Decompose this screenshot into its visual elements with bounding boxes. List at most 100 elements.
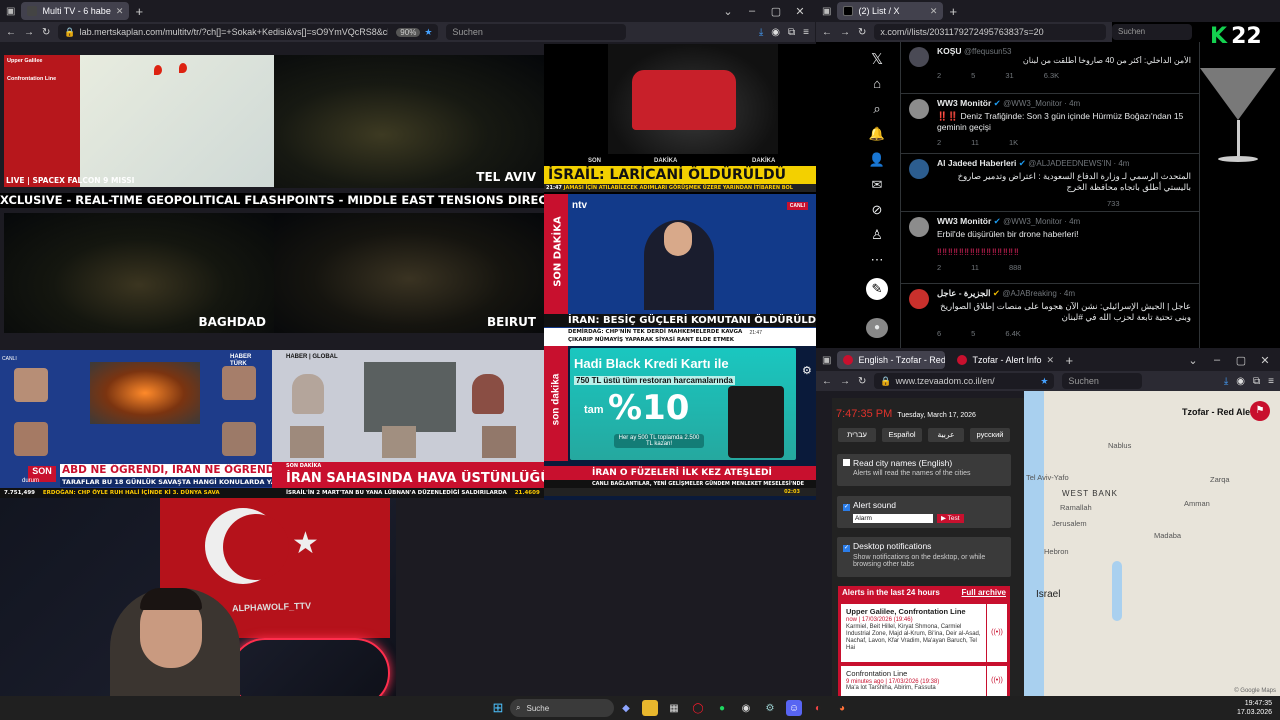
- reload-icon[interactable]: ↻: [858, 376, 866, 387]
- menu-icon[interactable]: ≡: [1268, 376, 1274, 387]
- home-icon[interactable]: ⌂: [866, 76, 888, 91]
- tile-ad[interactable]: son dakika Hadi Black Kredi Kartı ile 75…: [544, 346, 816, 500]
- forward-icon[interactable]: →: [24, 27, 34, 38]
- url-bar[interactable]: 🔒 lab.mertskaplan.com/multitv/tr/?ch[]=+…: [58, 24, 439, 40]
- download-icon[interactable]: ⤓: [1224, 376, 1228, 387]
- lang-spanish-button[interactable]: Español: [882, 428, 922, 442]
- desktop-notifications-checkbox[interactable]: ✓: [843, 545, 850, 552]
- minimize-icon[interactable]: –: [743, 5, 761, 17]
- alert-sound-icon[interactable]: ((•)): [987, 604, 1007, 662]
- search-input[interactable]: Suchen: [446, 24, 627, 40]
- calendar-icon[interactable]: ▦: [666, 700, 682, 716]
- alert-sound-icon[interactable]: ((•)): [987, 666, 1007, 696]
- download-icon[interactable]: ⤓: [759, 27, 763, 38]
- close-icon[interactable]: ✕: [1046, 355, 1054, 366]
- reply-count[interactable]: 2: [937, 71, 941, 80]
- chevron-down-icon[interactable]: ⌄: [1184, 354, 1202, 367]
- extensions-icon[interactable]: ⧉: [788, 27, 795, 38]
- tz-search-input[interactable]: Suchen: [1062, 373, 1143, 389]
- chrome-icon[interactable]: ◐: [810, 700, 826, 716]
- forward-icon[interactable]: →: [840, 27, 850, 38]
- opera-icon[interactable]: ◯: [690, 700, 706, 716]
- alert-card[interactable]: Confrontation Line 9 minutes ago | 17/03…: [841, 666, 986, 696]
- tile-beirut[interactable]: BEIRUT: [274, 213, 544, 333]
- minimize-icon[interactable]: –: [1208, 354, 1226, 366]
- reply-count[interactable]: 2: [937, 138, 941, 147]
- view-count[interactable]: 6.4K: [1005, 329, 1020, 338]
- extensions-icon[interactable]: ⧉: [1253, 376, 1260, 387]
- tray-clock[interactable]: 19:47:35 17.03.2026: [1237, 699, 1280, 717]
- tile-haberturk[interactable]: HABER TÜRK CANLI SON durum ABD NE ÖĞREND…: [0, 350, 272, 498]
- firefox-icon[interactable]: ◕: [834, 700, 850, 716]
- close-icon[interactable]: ✕: [116, 6, 124, 17]
- new-tab-icon[interactable]: +: [1065, 353, 1073, 368]
- search-icon[interactable]: ⌕: [866, 101, 888, 117]
- star-icon[interactable]: ★: [424, 27, 432, 38]
- like-count[interactable]: 11: [971, 138, 979, 147]
- tab-list-icon[interactable]: ▣: [822, 355, 831, 366]
- x-search-input[interactable]: Suchen: [1112, 24, 1192, 40]
- messages-icon[interactable]: ✉: [866, 177, 888, 193]
- x-url-bar[interactable]: x.com/i/lists/2031179272495763837s=20: [874, 24, 1106, 40]
- like-count[interactable]: 31: [1005, 71, 1013, 80]
- menu-icon[interactable]: ≡: [803, 27, 809, 38]
- reload-icon[interactable]: ↻: [858, 27, 866, 38]
- tab-list-icon[interactable]: ▣: [6, 6, 15, 17]
- tile-baghdad[interactable]: BAGHDAD: [4, 213, 274, 333]
- reply-count[interactable]: 2: [937, 263, 941, 272]
- chevron-down-icon[interactable]: ⌄: [719, 5, 737, 18]
- back-icon[interactable]: ←: [6, 27, 16, 38]
- repost-count[interactable]: 5: [971, 71, 975, 80]
- follow-icon[interactable]: 👤: [866, 152, 888, 168]
- spotify-icon[interactable]: ●: [714, 700, 730, 716]
- back-icon[interactable]: ←: [822, 27, 832, 38]
- x-logo-icon[interactable]: 𝕏: [866, 50, 888, 68]
- close-window-icon[interactable]: ✕: [1256, 354, 1274, 367]
- tweet-item[interactable]: Al Jadeed Haberleri ✔ @ALJADEEDNEWS'IN ·…: [901, 154, 1199, 212]
- lang-hebrew-button[interactable]: עברית: [838, 428, 876, 442]
- tile-haber-global[interactable]: HABER | GLOBAL SON DAKİKA İRAN SAHASINDA…: [272, 350, 544, 498]
- tab-list-icon[interactable]: ▣: [822, 6, 831, 17]
- new-tab-icon[interactable]: +: [135, 4, 143, 19]
- lang-arabic-button[interactable]: عربية: [928, 428, 964, 442]
- tile-alert-map[interactable]: Upper Galilee Confrontation Line LIVE | …: [4, 55, 274, 187]
- grok-icon[interactable]: ⊘: [866, 202, 888, 218]
- discord-icon[interactable]: ☺: [786, 700, 802, 716]
- star-icon[interactable]: ★: [1040, 376, 1048, 387]
- tzofar-map[interactable]: Tzofar - Red Alert ⚑ Nablus Tel Aviv-Yaf…: [1024, 391, 1280, 696]
- steam-icon[interactable]: ⚙: [762, 700, 778, 716]
- like-count[interactable]: 11: [971, 263, 979, 272]
- start-icon[interactable]: ⊞: [490, 700, 506, 716]
- alert-sound-checkbox[interactable]: ✓: [843, 504, 850, 511]
- city-names-checkbox[interactable]: [843, 459, 850, 466]
- maximize-icon[interactable]: ▢: [767, 5, 785, 18]
- user-avatar-icon[interactable]: ●: [866, 318, 888, 338]
- obs-icon[interactable]: ◉: [738, 700, 754, 716]
- account-icon[interactable]: ◉: [1236, 376, 1245, 387]
- tile-car-news[interactable]: SON DAKİKA DAKİKA İSRAİL: LARİCANİ ÖLDÜR…: [544, 44, 816, 194]
- tab-multitv[interactable]: Multi TV - 6 haber kanalını aynı ✕: [21, 2, 130, 20]
- settings-gear-icon[interactable]: ⚙: [802, 364, 812, 377]
- tweet-item[interactable]: KOŞU @ffequsun53 الأمن الداخلي: أكثر من …: [901, 42, 1199, 94]
- alarm-select[interactable]: Alarm: [853, 514, 933, 523]
- profile-icon[interactable]: ♙: [866, 227, 888, 243]
- reload-icon[interactable]: ↻: [42, 27, 50, 38]
- lang-russian-button[interactable]: русский: [970, 428, 1010, 442]
- tweet-item[interactable]: WW3 Monitör ✔ @WW3_Monitor · 4m Erbil'de…: [901, 212, 1199, 284]
- like-count[interactable]: 5: [971, 329, 975, 338]
- alert-card[interactable]: Upper Galilee, Confrontation Line now | …: [841, 604, 986, 662]
- view-count[interactable]: 1K: [1009, 138, 1018, 147]
- tab-x-list[interactable]: (2) List / X ✕: [837, 2, 944, 20]
- view-count[interactable]: 888: [1009, 263, 1022, 272]
- zoom-badge[interactable]: 90%: [396, 27, 421, 37]
- full-archive-link[interactable]: Full archive: [962, 588, 1006, 598]
- test-button[interactable]: ▶ Test: [937, 514, 964, 523]
- view-count[interactable]: 6.3K: [1044, 71, 1059, 80]
- post-button-icon[interactable]: ✎: [866, 278, 888, 300]
- tab-tzofar-red-alert[interactable]: English - Tzofar - Red Alert ✕: [837, 351, 946, 369]
- new-tab-icon[interactable]: +: [949, 4, 957, 19]
- tz-url-bar[interactable]: 🔒 www.tzevaadom.co.il/en/ ★: [874, 373, 1055, 389]
- close-window-icon[interactable]: ✕: [791, 5, 809, 18]
- maximize-icon[interactable]: ▢: [1232, 354, 1250, 367]
- view-count[interactable]: 733: [1107, 199, 1120, 208]
